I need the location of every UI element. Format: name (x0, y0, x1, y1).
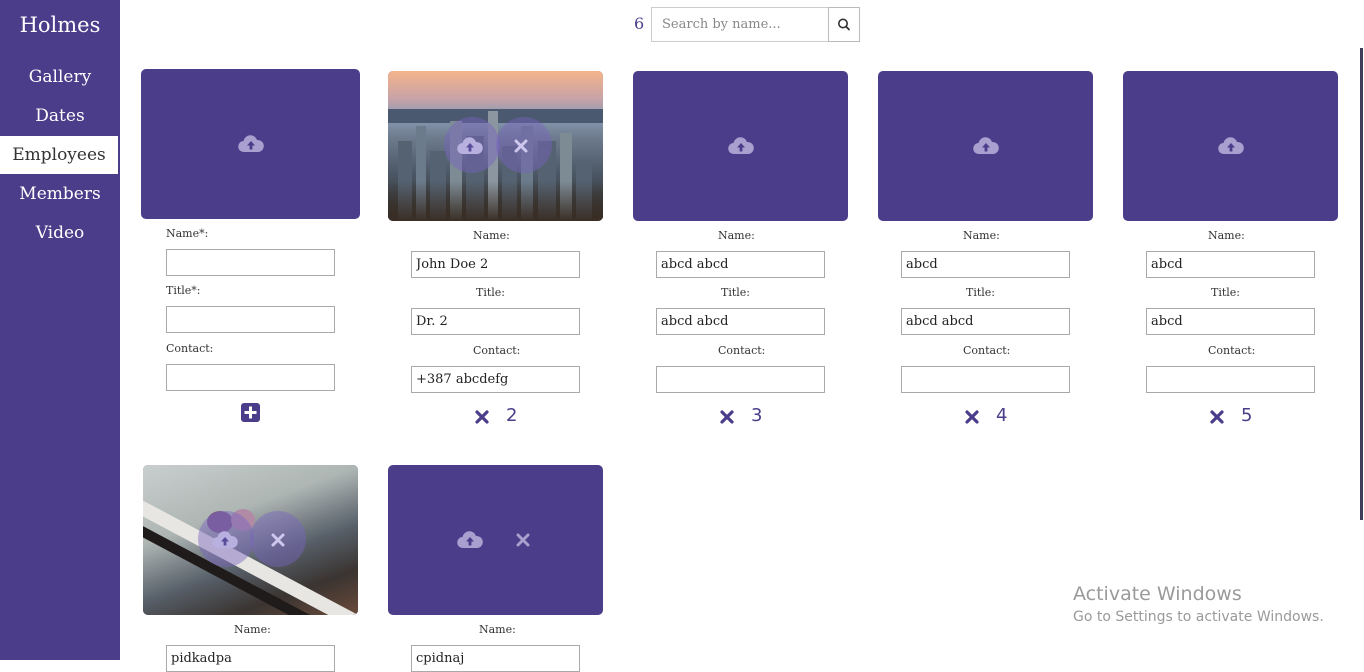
name-field[interactable] (656, 251, 825, 278)
cloud-upload-icon[interactable] (211, 530, 238, 550)
contact-field[interactable] (411, 366, 580, 393)
new-contact-field[interactable] (166, 364, 335, 391)
sidebar: Holmes Gallery Dates Employees Members V… (0, 0, 120, 660)
delete-icon[interactable] (719, 409, 735, 425)
name-field[interactable] (1146, 251, 1315, 278)
name-label: Name: (718, 229, 755, 242)
employee-photo[interactable] (388, 71, 603, 221)
employee-photo-upload[interactable] (878, 71, 1093, 221)
contact-label: Contact: (473, 344, 521, 357)
contact-label: Contact: (166, 342, 214, 355)
name-label: Name: (479, 623, 516, 636)
search-icon (838, 18, 850, 31)
name-label: Name: (473, 229, 510, 242)
nav-item-employees[interactable]: Employees (0, 136, 118, 174)
close-icon[interactable] (515, 532, 531, 548)
nav-item-dates[interactable]: Dates (0, 97, 120, 135)
plus-square-icon[interactable] (241, 403, 260, 422)
employee-count: 6 (634, 14, 645, 33)
delete-icon[interactable] (474, 409, 490, 425)
title-field[interactable] (1146, 308, 1315, 335)
contact-field[interactable] (1146, 366, 1315, 393)
name-field[interactable] (901, 251, 1070, 278)
cloud-upload-icon[interactable] (727, 136, 754, 156)
nav-item-video[interactable]: Video (0, 214, 120, 252)
title-label: Title: (476, 286, 506, 299)
contact-field[interactable] (656, 366, 825, 393)
close-icon[interactable] (513, 138, 529, 154)
name-label: Name: (234, 623, 271, 636)
new-name-field[interactable] (166, 249, 335, 276)
contact-field[interactable] (901, 366, 1070, 393)
name-label: Name: (1208, 229, 1245, 242)
title-field[interactable] (656, 308, 825, 335)
cloud-upload-icon[interactable] (972, 136, 999, 156)
name-field[interactable] (166, 645, 335, 672)
contact-label: Contact: (1208, 344, 1256, 357)
watermark-title: Activate Windows (1073, 583, 1242, 605)
name-label: Name: (963, 229, 1000, 242)
new-employee-photo-upload[interactable] (141, 69, 360, 219)
title-field[interactable] (901, 308, 1070, 335)
employee-id: 5 (1241, 405, 1253, 426)
close-icon[interactable] (270, 532, 286, 548)
delete-icon[interactable] (1209, 409, 1225, 425)
title-field[interactable] (411, 308, 580, 335)
title-label: Title: (1211, 286, 1241, 299)
cloud-upload-icon[interactable] (237, 134, 264, 154)
watermark-subtitle: Go to Settings to activate Windows. (1073, 609, 1324, 625)
search-button[interactable] (828, 7, 860, 42)
name-label: Name*: (166, 227, 209, 240)
contact-label: Contact: (718, 344, 766, 357)
employee-photo-upload[interactable] (1123, 71, 1338, 221)
employee-photo[interactable] (143, 465, 358, 615)
employee-id: 3 (751, 405, 763, 426)
cloud-upload-icon[interactable] (1217, 136, 1244, 156)
delete-icon[interactable] (964, 409, 980, 425)
cloud-upload-icon[interactable] (456, 136, 483, 156)
title-label: Title*: (166, 284, 201, 297)
cloud-upload-icon[interactable] (456, 530, 483, 550)
contact-label: Contact: (963, 344, 1011, 357)
employee-id: 4 (996, 405, 1008, 426)
title-label: Title: (966, 286, 996, 299)
name-field[interactable] (411, 251, 580, 278)
nav-item-gallery[interactable]: Gallery (0, 58, 120, 96)
activate-windows-watermark: Activate Windows Go to Settings to activ… (1073, 583, 1324, 625)
brand-title: Holmes (19, 13, 101, 37)
search-input[interactable] (651, 7, 829, 42)
name-field[interactable] (411, 645, 580, 672)
scrollbar[interactable] (1360, 48, 1363, 520)
title-label: Title: (721, 286, 751, 299)
employee-id: 2 (506, 405, 518, 426)
new-title-field[interactable] (166, 306, 335, 333)
nav-item-members[interactable]: Members (0, 175, 120, 213)
employee-photo-upload[interactable] (633, 71, 848, 221)
employee-photo-upload[interactable] (388, 465, 603, 615)
